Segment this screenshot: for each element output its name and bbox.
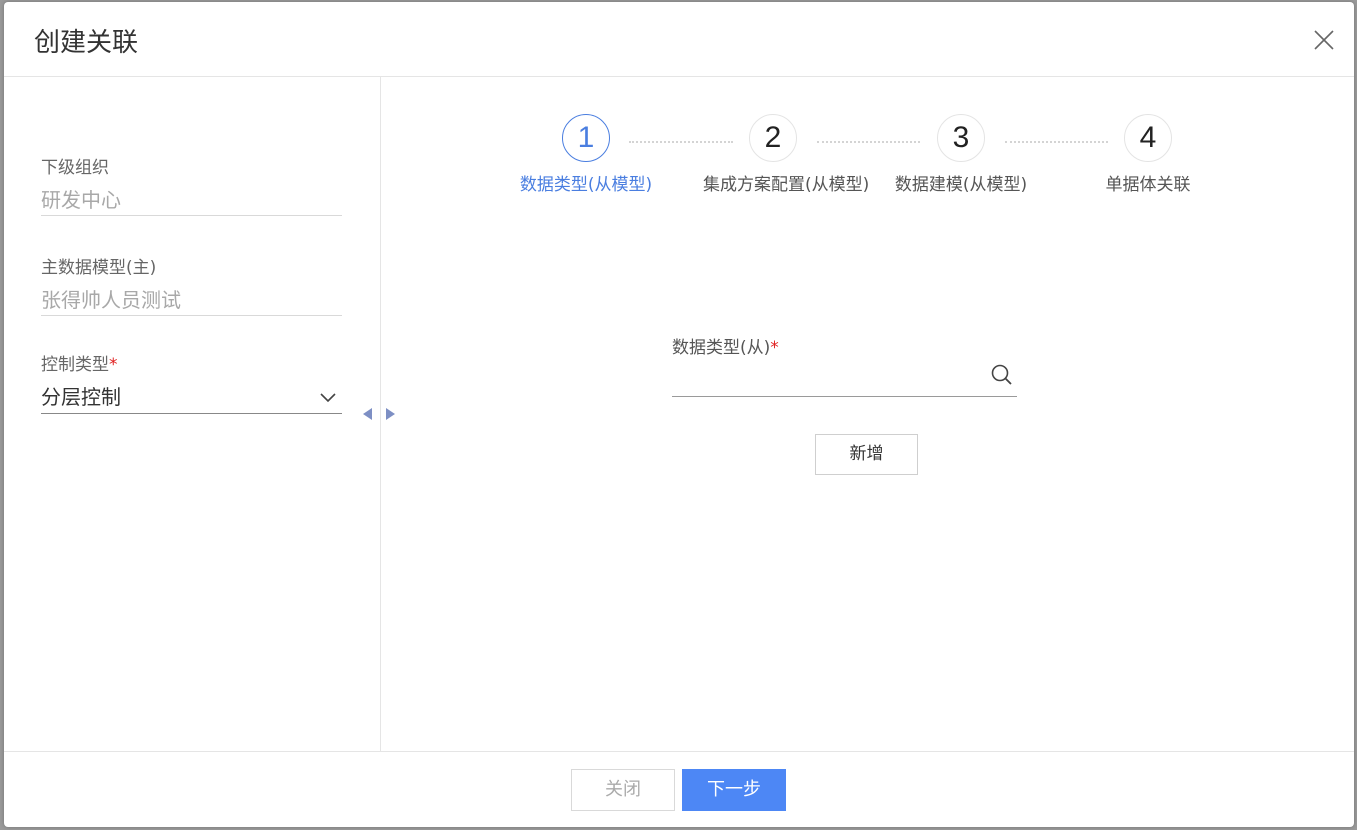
required-mark: * xyxy=(109,355,118,375)
search-icon[interactable] xyxy=(991,364,1013,386)
step-3[interactable]: 3 数据建模(从模型) xyxy=(891,114,1031,195)
step-label: 集成方案配置(从模型) xyxy=(703,175,870,195)
control-type-label: 控制类型 xyxy=(41,355,109,375)
next-step-button[interactable]: 下一步 xyxy=(682,769,786,811)
step-number: 3 xyxy=(937,114,985,162)
expand-right-icon xyxy=(386,408,395,420)
collapse-left-icon xyxy=(363,408,372,420)
step-label: 数据类型(从模型) xyxy=(519,175,653,195)
add-button[interactable]: 新增 xyxy=(815,434,918,475)
close-button[interactable]: 关闭 xyxy=(571,769,675,811)
step-2[interactable]: 2 集成方案配置(从模型) xyxy=(703,114,870,195)
master-data-model-field: 主数据模型(主) 张得帅人员测试 xyxy=(41,253,342,316)
dialog-header: 创建关联 xyxy=(4,2,1354,77)
data-type-label-row: 数据类型(从)* xyxy=(672,333,779,358)
dialog-title: 创建关联 xyxy=(34,28,139,58)
sub-organization-label: 下级组织 xyxy=(41,158,109,178)
step-number: 1 xyxy=(562,114,610,162)
control-type-select[interactable]: 控制类型* 分层控制 xyxy=(41,350,342,414)
step-label: 数据建模(从模型) xyxy=(894,175,1028,195)
data-type-search-input[interactable] xyxy=(672,362,1017,397)
panel-splitter-toggle[interactable] xyxy=(360,404,396,424)
step-number: 4 xyxy=(1124,114,1172,162)
close-icon[interactable] xyxy=(1312,28,1336,52)
control-type-value: 分层控制 xyxy=(41,385,121,409)
master-data-model-value: 张得帅人员测试 xyxy=(41,288,181,312)
create-association-dialog: 创建关联 下级组织 研发中心 主数据模型(主) 张得帅人员测试 控制类型* 分层… xyxy=(4,2,1354,827)
step-1[interactable]: 1 数据类型(从模型) xyxy=(516,114,656,195)
step-label: 单据体关联 xyxy=(1105,175,1191,195)
control-type-label-row: 控制类型* xyxy=(41,350,342,375)
chevron-down-icon[interactable] xyxy=(320,393,336,403)
dialog-footer xyxy=(4,751,1354,827)
step-number: 2 xyxy=(749,114,797,162)
step-4[interactable]: 4 单据体关联 xyxy=(1078,114,1218,195)
left-panel: 下级组织 研发中心 主数据模型(主) 张得帅人员测试 控制类型* 分层控制 xyxy=(4,77,381,751)
sub-organization-field: 下级组织 研发中心 xyxy=(41,153,342,216)
data-type-label: 数据类型(从) xyxy=(672,338,771,358)
required-mark: * xyxy=(770,338,779,358)
sub-organization-value: 研发中心 xyxy=(41,188,121,212)
master-data-model-label: 主数据模型(主) xyxy=(41,258,157,278)
